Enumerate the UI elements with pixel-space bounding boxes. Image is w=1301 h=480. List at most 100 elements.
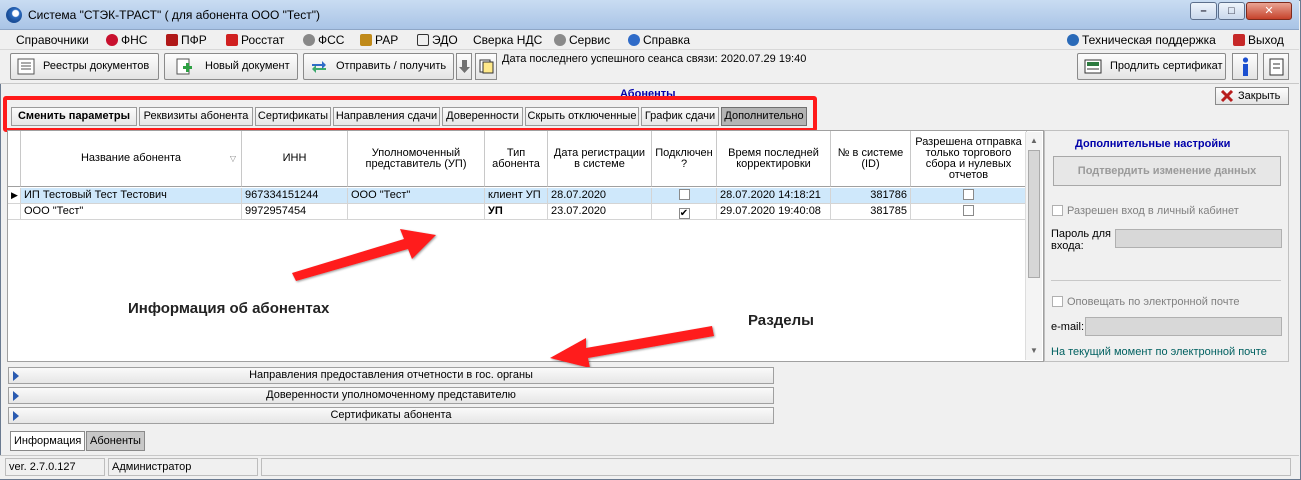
table-header-connected[interactable]: Подключен ?: [652, 131, 717, 187]
registry-button[interactable]: Реестры документов: [10, 53, 159, 80]
gear-icon: [554, 34, 566, 46]
table-row-allowed[interactable]: [911, 188, 1027, 204]
status-bar: ver. 2.7.0.127 Администратор: [0, 455, 1299, 479]
table-row-type[interactable]: УП: [485, 204, 548, 220]
user-text: Администратор: [108, 458, 258, 476]
expand-icon: [13, 371, 19, 381]
table-row-representative[interactable]: [348, 204, 485, 220]
send-receive-label: Отправить / получить: [336, 60, 447, 72]
table-header-inn[interactable]: ИНН: [242, 131, 348, 187]
info-button[interactable]: [1232, 53, 1258, 80]
email-notify-option[interactable]: Оповещать по электронной почте: [1052, 296, 1240, 308]
menu-support[interactable]: Техническая поддержка: [1067, 33, 1216, 49]
table-header-representative[interactable]: Уполномоченный представитель (УП): [348, 131, 485, 187]
registry-icon: [17, 58, 35, 75]
section-powers[interactable]: Доверенности уполномоченному представите…: [8, 387, 774, 404]
table-row-connected[interactable]: ✔: [652, 204, 717, 220]
allowed-checkbox[interactable]: [963, 205, 974, 216]
table-header-name-label: Название абонента: [80, 152, 182, 164]
table-row-allowed[interactable]: [911, 204, 1027, 220]
tab-subscribers[interactable]: Абоненты: [86, 431, 145, 451]
info-icon: [1242, 57, 1249, 76]
annotation-arrow-info: [292, 229, 436, 281]
extend-certificate-label: Продлить сертификат: [1110, 60, 1223, 72]
minimize-button[interactable]: –: [1190, 2, 1217, 20]
arrow-down-icon: [459, 60, 470, 73]
table-row-modified[interactable]: 29.07.2020 19:40:08: [717, 204, 831, 220]
table-row-connected[interactable]: [652, 188, 717, 204]
menu-edo[interactable]: ЭДО: [417, 33, 458, 49]
close-pane-label: Закрыть: [1238, 90, 1281, 102]
menu-help[interactable]: Справка: [628, 33, 690, 49]
extend-certificate-button[interactable]: Продлить сертификат: [1077, 53, 1226, 80]
new-document-label: Новый документ: [205, 60, 290, 72]
table-row-inn[interactable]: 9972957454: [242, 204, 348, 220]
menu-fns[interactable]: ФНС: [106, 33, 147, 49]
maximize-button[interactable]: □: [1218, 2, 1245, 20]
connected-checkbox[interactable]: ✔: [678, 208, 690, 219]
annotation-sections: Разделы: [748, 312, 814, 329]
table-row-id[interactable]: 381786: [831, 188, 911, 204]
section-directions[interactable]: Направления предоставления отчетности в …: [8, 367, 774, 384]
window-title: Система "СТЭК-ТРАСТ" ( для абонента ООО …: [28, 8, 320, 22]
table-row-type[interactable]: клиент УП: [485, 188, 548, 204]
settings-button[interactable]: [1263, 53, 1289, 80]
row-pointer-empty: [8, 204, 21, 220]
confirm-changes-button[interactable]: Подтвердить изменение данных: [1053, 156, 1281, 186]
document-settings-icon: [1269, 58, 1284, 76]
annotation-info: Информация об абонентах: [128, 300, 330, 317]
version-text: ver. 2.7.0.127: [5, 458, 105, 476]
current-email-text: На текущий момент по электронной почте: [1051, 346, 1267, 358]
menu-references[interactable]: Справочники: [16, 33, 89, 49]
scroll-up-icon[interactable]: ▲: [1030, 136, 1038, 145]
menu-bar: Справочники ФНС ПФР Росстат ФСС РАР ЭДО …: [0, 30, 1299, 50]
menu-fss[interactable]: ФСС: [303, 33, 344, 49]
table-row-name[interactable]: ООО "Тест": [21, 204, 242, 220]
close-pane-button[interactable]: Закрыть: [1215, 87, 1289, 105]
menu-rar[interactable]: РАР: [360, 33, 398, 49]
allowed-checkbox[interactable]: [963, 189, 974, 200]
email-input[interactable]: [1085, 317, 1282, 336]
scroll-thumb[interactable]: [1028, 150, 1040, 278]
connected-checkbox[interactable]: [678, 189, 690, 200]
table-header-reg-date[interactable]: Дата регистрации в системе: [548, 131, 652, 187]
menu-exit[interactable]: Выход: [1233, 33, 1284, 49]
panel-scrollbar[interactable]: ▲ ▼: [1025, 132, 1042, 360]
table-row-reg-date[interactable]: 23.07.2020: [548, 204, 652, 220]
reports-button[interactable]: [475, 53, 497, 80]
fns-icon: [106, 34, 118, 46]
menu-pfr[interactable]: ПФР: [166, 33, 207, 49]
cabinet-access-option[interactable]: Разрешен вход в личный кабинет: [1052, 205, 1239, 217]
highlight-frame: [3, 96, 817, 132]
help-icon: [628, 34, 640, 46]
menu-rosstat[interactable]: Росстат: [226, 33, 284, 49]
edo-icon: [417, 34, 429, 46]
table-header-allowed[interactable]: Разрешена отправка только торгового сбор…: [911, 131, 1027, 187]
menu-help-label: Справка: [643, 33, 691, 47]
menu-service[interactable]: Сервис: [554, 33, 610, 49]
password-input[interactable]: [1115, 229, 1282, 248]
table-header-modified[interactable]: Время последней корректировки: [717, 131, 831, 187]
table-row-representative[interactable]: ООО "Тест": [348, 188, 485, 204]
table-row-id[interactable]: 381785: [831, 204, 911, 220]
notify-checkbox[interactable]: [1052, 296, 1063, 307]
menu-rosstat-label: Росстат: [241, 33, 285, 47]
down-arrow-button[interactable]: [456, 53, 472, 80]
expand-icon: [13, 391, 19, 401]
section-certificates[interactable]: Сертификаты абонента: [8, 407, 774, 424]
tab-information[interactable]: Информация: [10, 431, 86, 451]
table-row-name[interactable]: ИП Тестовый Тест Тестович: [21, 188, 242, 204]
scroll-down-icon[interactable]: ▼: [1030, 346, 1038, 355]
table-row-reg-date[interactable]: 28.07.2020: [548, 188, 652, 204]
new-document-button[interactable]: Новый документ: [164, 53, 298, 80]
table-header-id[interactable]: № в системе (ID): [831, 131, 911, 187]
close-window-button[interactable]: ✕: [1246, 2, 1292, 20]
menu-vat[interactable]: Сверка НДС: [473, 33, 542, 49]
table-row-inn[interactable]: 967334151244: [242, 188, 348, 204]
cabinet-checkbox[interactable]: [1052, 205, 1063, 216]
table-row-modified[interactable]: 28.07.2020 14:18:21: [717, 188, 831, 204]
certificate-icon: [1084, 59, 1102, 74]
send-receive-button[interactable]: Отправить / получить: [303, 53, 454, 80]
table-header-type[interactable]: Тип абонента: [485, 131, 548, 187]
table-header-name[interactable]: Название абонента ▽: [21, 131, 242, 187]
